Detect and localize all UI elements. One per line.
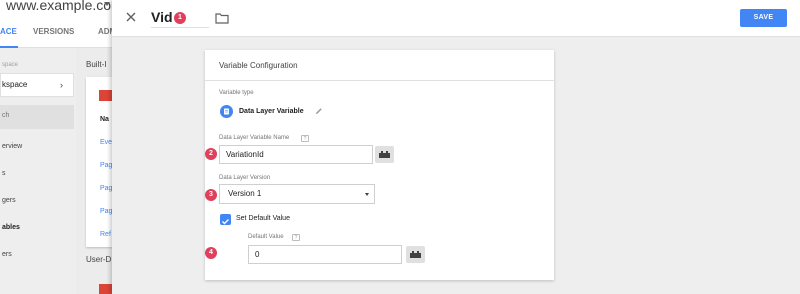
default-value-input[interactable]: 0 — [248, 245, 402, 264]
sidebar-item-triggers[interactable]: gers — [2, 197, 16, 204]
insert-variable-button[interactable] — [375, 146, 394, 163]
folder-icon[interactable] — [215, 12, 229, 24]
chevron-right-icon: › — [60, 80, 63, 90]
variable-link[interactable]: Pag — [100, 162, 112, 169]
variable-name-title[interactable]: Vid — [151, 9, 173, 25]
panel-header: Vid 1 SAVE — [112, 0, 800, 37]
background-tabs: ACE VERSIONS ADM — [0, 14, 116, 48]
variable-type-label: Variable type — [219, 90, 254, 96]
tab-versions[interactable]: VERSIONS — [33, 27, 74, 36]
check-icon — [222, 219, 229, 225]
name-column-header: Na — [100, 116, 109, 123]
container-dropdown-caret-icon[interactable] — [104, 2, 110, 6]
dlv-version-select[interactable]: Version 1 — [219, 184, 375, 204]
step-badge-3: 3 — [205, 189, 217, 201]
close-icon[interactable] — [124, 10, 138, 24]
variable-configuration-card: Variable Configuration Variable type Dat… — [205, 50, 554, 280]
configure-button[interactable] — [99, 90, 112, 101]
dlv-name-label: Data Layer Variable Name — [219, 135, 290, 141]
variable-editor-panel: Vid 1 SAVE Variable Configuration Variab… — [112, 0, 800, 294]
insert-variable-button[interactable] — [406, 246, 425, 263]
step-badge-4: 4 — [205, 247, 217, 259]
sidebar-item-overview[interactable]: erview — [2, 143, 22, 150]
lego-brick-icon — [410, 251, 421, 258]
workspace-label: space — [2, 62, 19, 68]
title-underline — [151, 27, 209, 28]
dlv-name-input[interactable]: VariationId — [219, 145, 373, 164]
set-default-label: Set Default Value — [236, 215, 290, 222]
sidebar-item-variables[interactable]: ables — [2, 224, 20, 231]
dlv-version-value: Version 1 — [228, 189, 262, 198]
card-title: Variable Configuration — [219, 61, 298, 70]
search-text: ch — [2, 112, 10, 119]
set-default-checkbox[interactable] — [220, 214, 231, 225]
step-badge-1: 1 — [174, 12, 186, 24]
search-box[interactable] — [0, 105, 74, 129]
new-variable-button[interactable] — [99, 284, 112, 294]
data-layer-icon — [220, 105, 233, 118]
variable-link[interactable]: Pag — [100, 208, 112, 215]
card-divider — [205, 80, 554, 81]
dropdown-caret-icon — [365, 193, 369, 196]
variable-link[interactable]: Pag — [100, 185, 112, 192]
help-icon[interactable]: ? — [301, 135, 309, 142]
builtin-variables-heading: Built-I — [86, 60, 107, 69]
sidebar-item-folders[interactable]: ers — [2, 251, 12, 258]
help-icon[interactable]: ? — [292, 234, 300, 241]
lego-brick-icon — [379, 151, 390, 158]
variable-link[interactable]: Ref — [100, 231, 111, 238]
tab-workspace[interactable]: ACE — [0, 27, 17, 36]
sidebar-item-tags[interactable]: s — [2, 170, 6, 177]
save-button[interactable]: SAVE — [740, 9, 787, 27]
variable-type-name[interactable]: Data Layer Variable — [239, 108, 304, 115]
variable-link[interactable]: Eve — [100, 139, 112, 146]
user-defined-variables-heading: User-D — [86, 255, 112, 264]
step-badge-2: 2 — [205, 148, 217, 160]
workspace-name: kspace — [2, 80, 28, 89]
pencil-icon[interactable] — [315, 107, 323, 115]
dlv-version-label: Data Layer Version — [219, 175, 271, 181]
default-value-label: Default Value — [248, 234, 284, 240]
